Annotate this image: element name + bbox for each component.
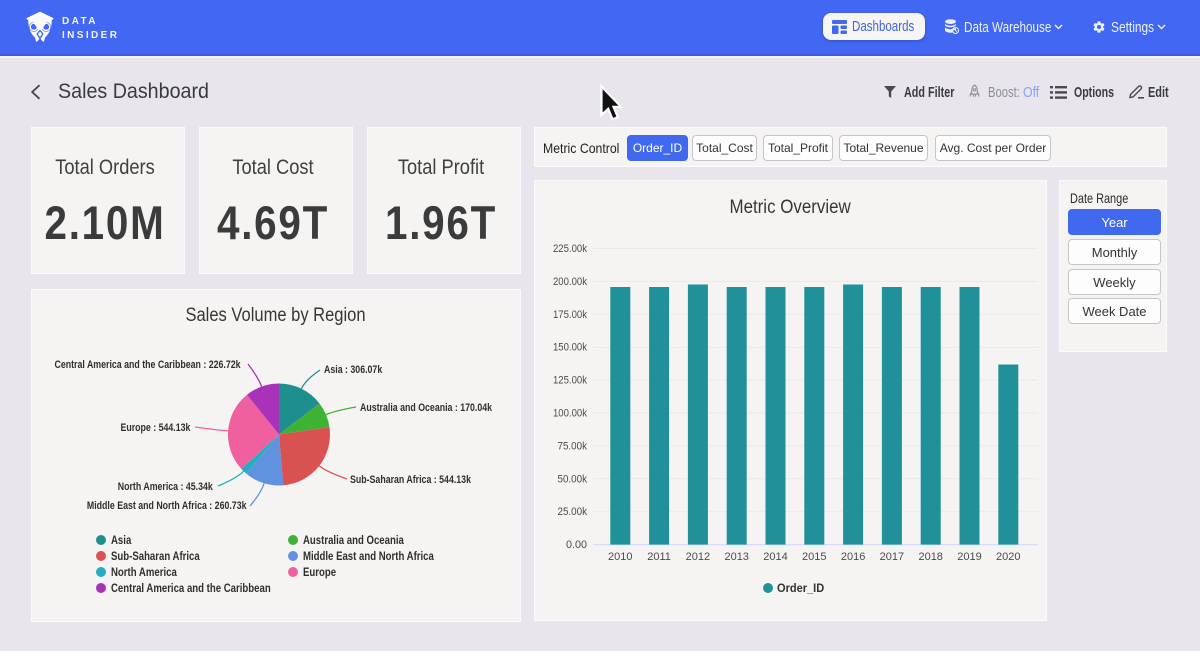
svg-text:200.00k: 200.00k bbox=[553, 276, 587, 288]
svg-text:225.00k: 225.00k bbox=[553, 243, 587, 255]
svg-text:2019: 2019 bbox=[957, 551, 981, 563]
svg-text:100.00k: 100.00k bbox=[553, 408, 587, 420]
svg-text:2016: 2016 bbox=[841, 551, 865, 563]
svg-text:2018: 2018 bbox=[918, 551, 942, 563]
svg-text:2020: 2020 bbox=[996, 551, 1020, 563]
svg-text:75.00k: 75.00k bbox=[558, 440, 588, 452]
svg-text:2012: 2012 bbox=[686, 551, 710, 563]
svg-text:2010: 2010 bbox=[608, 551, 632, 563]
svg-text:0.00: 0.00 bbox=[566, 539, 587, 551]
svg-text:125.00k: 125.00k bbox=[553, 375, 587, 387]
svg-text:2014: 2014 bbox=[763, 551, 787, 563]
svg-text:Order_ID: Order_ID bbox=[777, 583, 824, 595]
svg-text:150.00k: 150.00k bbox=[553, 342, 587, 354]
svg-text:50.00k: 50.00k bbox=[558, 473, 588, 485]
svg-text:25.00k: 25.00k bbox=[558, 506, 588, 518]
svg-text:175.00k: 175.00k bbox=[553, 309, 587, 321]
svg-text:2013: 2013 bbox=[724, 551, 748, 563]
svg-text:2011: 2011 bbox=[647, 551, 671, 563]
svg-text:2017: 2017 bbox=[880, 551, 904, 563]
svg-text:2015: 2015 bbox=[802, 551, 826, 563]
